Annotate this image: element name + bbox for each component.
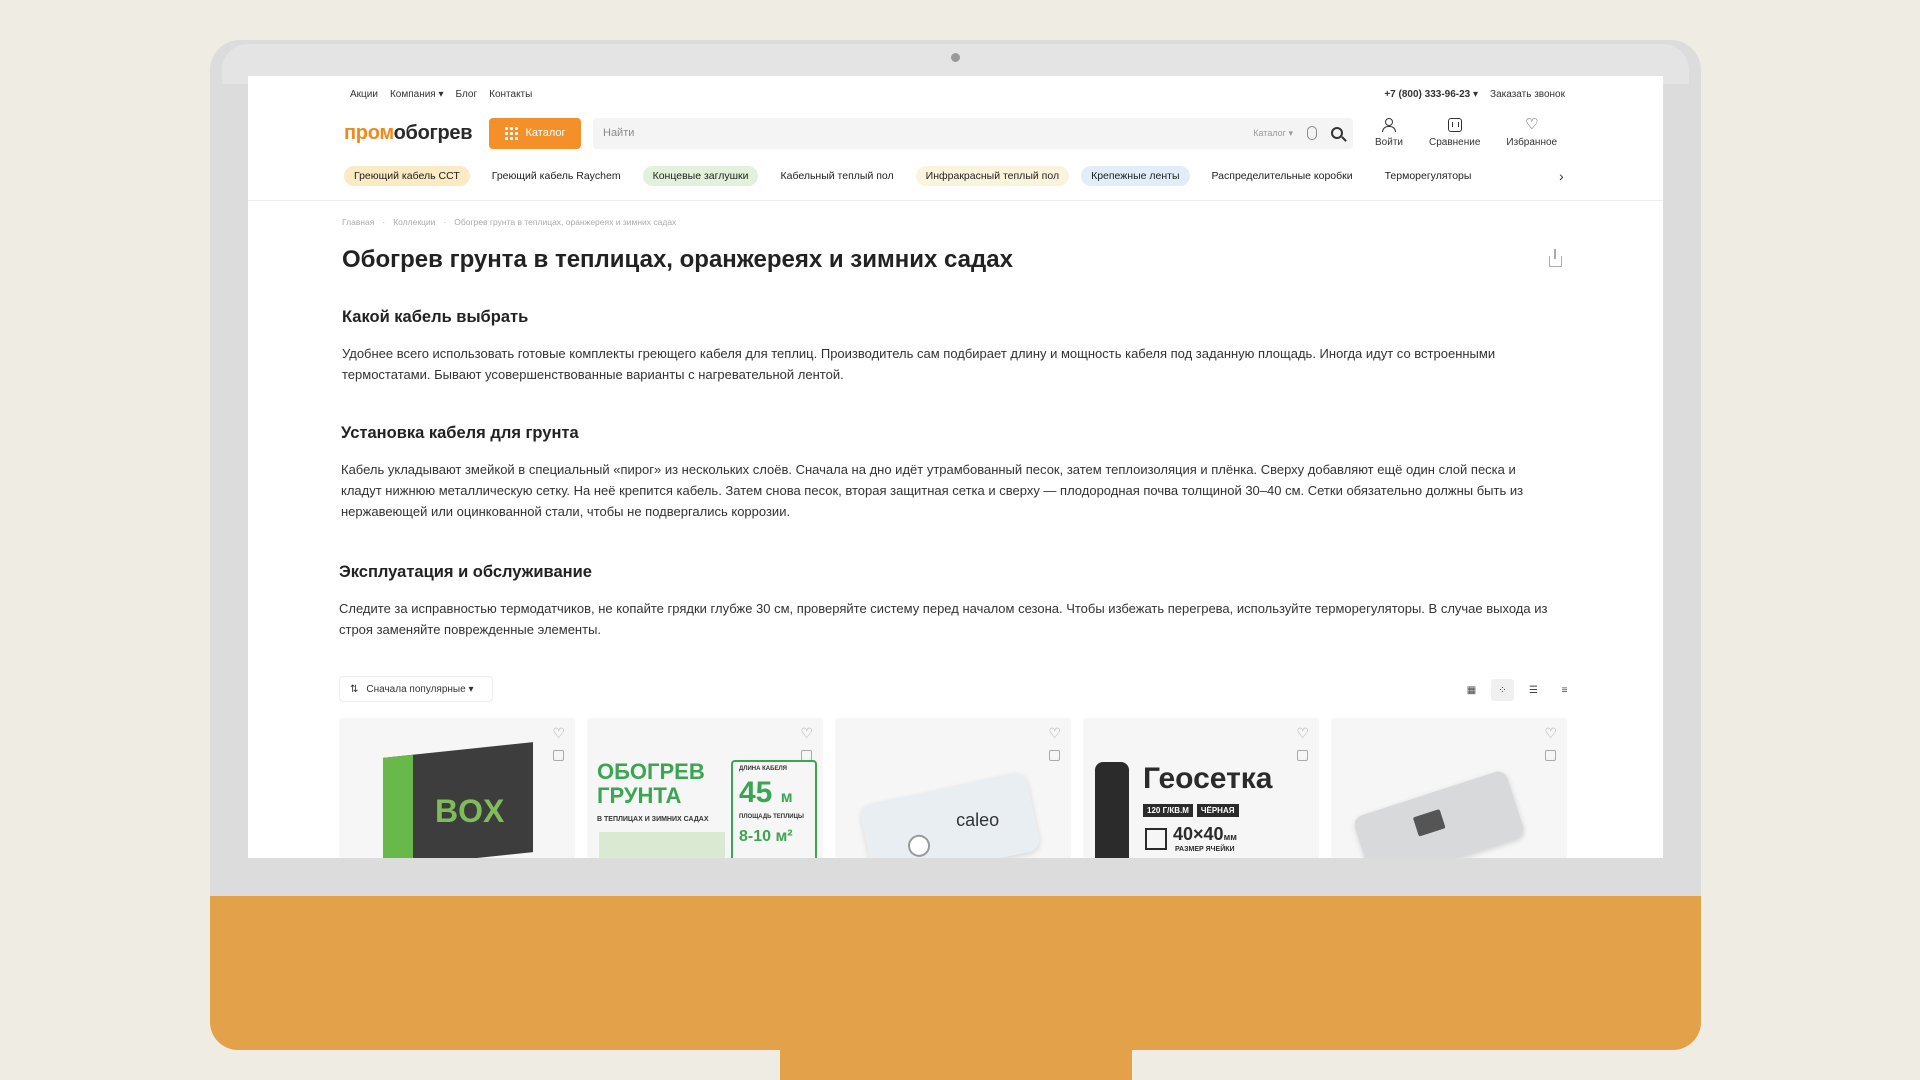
chip-raychem-cable[interactable]: Греющий кабель Raychem	[482, 166, 631, 186]
favorites-button[interactable]: ♡ Избранное	[1506, 116, 1558, 148]
heart-icon[interactable]: ♡	[1544, 726, 1557, 740]
product-brand: BOX	[435, 792, 505, 829]
favorites-label: Избранное	[1506, 137, 1558, 148]
view-switcher: ▦ ⁘ ☰ ≡	[1460, 679, 1576, 701]
search-placeholder: Найти	[603, 127, 635, 139]
section-text: Кабель укладывают змейкой в специальный …	[341, 462, 1524, 519]
catalog-button-label: Каталог	[525, 127, 566, 139]
mesh-icon	[1145, 828, 1167, 850]
nav-link-promotions[interactable]: Акции	[350, 89, 378, 100]
microphone-icon[interactable]	[1307, 126, 1317, 140]
grid-icon	[504, 126, 518, 140]
product-tags: 120 Г/КВ.М ЧЁРНАЯ	[1143, 804, 1239, 817]
category-chips: Греющий кабель ССТ Греющий кабель Rayche…	[344, 166, 1569, 186]
nav-link-company[interactable]: Компания ▾	[390, 89, 444, 100]
chip-sst-cable[interactable]: Греющий кабель ССТ	[344, 166, 470, 186]
product-title: ОБОГРЕВ ГРУНТА	[597, 759, 705, 808]
breadcrumb-collections[interactable]: Коллекции	[393, 217, 435, 227]
breadcrumb: Главная · Коллекции · Обогрев грунта в т…	[342, 217, 676, 227]
heart-icon[interactable]: ♡	[1048, 726, 1061, 740]
section-title: Установка кабеля для грунта	[341, 424, 579, 442]
compare-icon	[1447, 118, 1462, 132]
header-actions: Войти Сравнение ♡ Избранное	[1375, 116, 1558, 148]
product-brand: caleo	[956, 810, 1000, 831]
logo-part-2: обогрев	[393, 121, 473, 144]
login-button[interactable]: Войти	[1375, 118, 1403, 148]
camera-dot	[951, 53, 960, 62]
product-image: BOX	[383, 742, 533, 858]
chip-cable-floor[interactable]: Кабельный теплый пол	[770, 166, 903, 186]
section-title: Эксплуатация и обслуживание	[339, 563, 592, 581]
product-card[interactable]: ♡ Геосетка 120 Г/КВ.М ЧЁРНАЯ 40×40мм РАЗ…	[1083, 718, 1319, 858]
sort-label: Сначала популярные ▾	[366, 683, 474, 695]
compare-icon[interactable]	[553, 750, 564, 761]
nav-link-contacts[interactable]: Контакты	[489, 89, 532, 100]
product-image: caleo	[858, 771, 1042, 858]
list-view-icon[interactable]: ☰	[1522, 679, 1545, 701]
compare-label: Сравнение	[1428, 137, 1481, 148]
header: промобогрев Каталог Найти Каталог ▾ Войт…	[344, 116, 1569, 150]
chevron-right-icon[interactable]: ›	[1559, 168, 1564, 184]
grid-small-view-icon[interactable]: ⁘	[1491, 679, 1514, 701]
breadcrumb-current: Обогрев грунта в теплицах, оранжереях и …	[454, 217, 677, 227]
product-size-label: РАЗМЕР ЯЧЕЙКИ	[1175, 846, 1235, 853]
breadcrumb-separator: ·	[443, 217, 447, 227]
search-input[interactable]: Найти Каталог ▾	[593, 117, 1353, 149]
nav-link-blog[interactable]: Блог	[456, 89, 478, 100]
catalog-button[interactable]: Каталог	[489, 117, 581, 149]
logo[interactable]: промобогрев	[344, 122, 489, 145]
page-title: Обогрев грунта в теплицах, оранжереях и …	[342, 246, 1013, 273]
header-divider	[248, 200, 1663, 201]
compare-button[interactable]: Сравнение	[1429, 118, 1480, 148]
section-title: Какой кабель выбрать	[342, 308, 529, 326]
compare-icon[interactable]	[1545, 750, 1556, 761]
compare-icon[interactable]	[1297, 750, 1308, 761]
monitor-chin	[210, 880, 1701, 1050]
product-spec-panel: ДЛИНА КАБЕЛЯ 45 м ПЛОЩАДЬ ТЕПЛИЦЫ 8-10 м…	[731, 760, 817, 858]
product-grid: ♡ BOX ♡ ОБОГРЕВ ГРУНТА В ТЕПЛИЦАХ И ЗИМН…	[339, 718, 1567, 858]
breadcrumb-separator: ·	[382, 217, 386, 227]
heart-icon[interactable]: ♡	[552, 726, 565, 740]
product-size: 40×40мм	[1173, 824, 1237, 844]
share-icon[interactable]	[1549, 249, 1562, 267]
section-text: Следите за исправностью термодатчиков, н…	[339, 601, 1548, 637]
top-bar: Акции Компания ▾ Блог Контакты +7 (800) …	[350, 86, 1565, 102]
login-label: Войти	[1375, 137, 1403, 148]
product-image	[1095, 762, 1129, 858]
product-card[interactable]: ♡	[1331, 718, 1567, 858]
chip-infrared-floor[interactable]: Инфракрасный теплый пол	[915, 166, 1070, 186]
product-card[interactable]: ♡ BOX	[339, 718, 575, 858]
browser-screen: Акции Компания ▾ Блог Контакты +7 (800) …	[248, 76, 1663, 858]
compact-list-view-icon[interactable]: ≡	[1553, 679, 1576, 701]
product-title: Геосетка	[1143, 762, 1273, 795]
sort-select[interactable]: ⇅ Сначала популярные ▾	[339, 676, 493, 702]
heart-icon[interactable]: ♡	[1296, 726, 1309, 740]
search-icon[interactable]	[1331, 127, 1343, 139]
product-card[interactable]: ♡ ОБОГРЕВ ГРУНТА В ТЕПЛИЦАХ И ЗИМНИХ САД…	[587, 718, 823, 858]
callback-link[interactable]: Заказать звонок	[1490, 89, 1565, 100]
sort-icon: ⇅	[350, 683, 359, 695]
product-subtitle: В ТЕПЛИЦАХ И ЗИМНИХ САДАХ	[597, 816, 709, 823]
user-icon	[1382, 118, 1397, 132]
chip-end-caps[interactable]: Концевые заглушки	[642, 166, 759, 186]
phone-number[interactable]: +7 (800) 333-96-23 ▾	[1384, 89, 1478, 100]
heart-icon[interactable]: ♡	[800, 726, 813, 740]
product-card[interactable]: ♡ caleo	[835, 718, 1071, 858]
heart-icon: ♡	[1525, 116, 1539, 133]
chip-mounting-tapes[interactable]: Крепежные ленты	[1081, 166, 1190, 186]
compare-icon[interactable]	[1049, 750, 1060, 761]
logo-part-1: пром	[344, 121, 394, 144]
grid-large-view-icon[interactable]: ▦	[1460, 679, 1483, 701]
search-scope-select[interactable]: Каталог ▾	[1253, 128, 1293, 139]
product-image	[599, 832, 725, 858]
breadcrumb-home[interactable]: Главная	[342, 217, 374, 227]
product-image	[1352, 768, 1526, 858]
chip-thermostats[interactable]: Терморегуляторы	[1375, 166, 1482, 186]
chip-junction-boxes[interactable]: Распределительные коробки	[1202, 166, 1363, 186]
section-text: Удобнее всего использовать готовые компл…	[342, 346, 1496, 382]
